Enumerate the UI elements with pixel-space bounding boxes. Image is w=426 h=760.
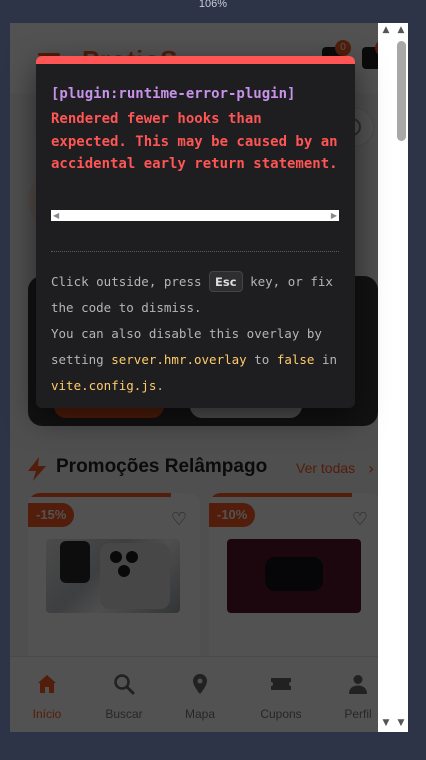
chevron-right-icon[interactable]: › — [368, 459, 374, 478]
map-pin-icon — [193, 674, 207, 694]
error-overlay: [plugin:runtime-error-plugin] Rendered f… — [36, 56, 355, 408]
home-icon — [38, 675, 56, 693]
heart-icon[interactable]: ♡ — [168, 509, 190, 531]
nav-label: Buscar — [105, 707, 143, 721]
error-message: Rendered fewer hooks than expected. This… — [51, 111, 338, 172]
scroll-down-icon[interactable]: ▼ — [380, 718, 392, 730]
config-value: false — [276, 352, 315, 367]
scroll-up-icon[interactable]: ▲ — [380, 25, 392, 37]
tip-text: in — [321, 352, 338, 367]
stock-progress-bar — [28, 493, 171, 497]
heart-icon[interactable]: ♡ — [349, 509, 371, 531]
nav-item-profile[interactable]: Perfil — [323, 657, 378, 732]
nav-item-search[interactable]: Buscar — [89, 657, 159, 732]
cart-badge: 0 — [335, 40, 351, 56]
scroll-right-icon[interactable]: ▶ — [331, 211, 337, 220]
discount-badge: -15% — [28, 503, 75, 527]
discount-badge: -10% — [209, 503, 256, 527]
nav-item-map[interactable]: Mapa — [165, 657, 235, 732]
tip-text: Click outside, press — [51, 274, 202, 289]
tip-text: to — [254, 352, 270, 367]
config-file: vite.config.js — [51, 378, 157, 393]
user-icon — [349, 675, 367, 694]
see-all-link[interactable]: Ver todas — [296, 460, 355, 476]
scroll-left-icon[interactable]: ◀ — [53, 211, 59, 220]
error-plugin-name: [plugin:runtime-error-plugin] — [51, 86, 296, 102]
scroll-down-icon[interactable]: ▼ — [395, 718, 407, 730]
nav-label: Cupons — [260, 707, 302, 721]
divider — [51, 251, 339, 252]
promo-section-header: Promoções Relâmpago Ver todas › — [26, 455, 378, 483]
tip-text: . — [156, 378, 164, 393]
nav-label: Mapa — [184, 707, 216, 721]
search-icon — [114, 674, 135, 695]
bookmark-icon[interactable]: 0 — [362, 40, 378, 69]
product-image-smartphone — [46, 539, 180, 613]
scroll-up-icon[interactable]: ▲ — [395, 25, 407, 37]
promo-section-title: Promoções Relâmpago — [56, 456, 268, 477]
nav-label: Perfil — [344, 707, 372, 721]
nav-item-coupons[interactable]: Cupons — [246, 657, 316, 732]
product-image-earbuds — [227, 539, 361, 613]
page-scrollbar[interactable]: ▲ ▲ ▼ ▼ — [378, 23, 408, 732]
ticket-icon — [271, 678, 291, 690]
code-frame-scrollbar[interactable]: ◀ ▶ — [51, 210, 339, 221]
bottom-nav: Início Buscar Mapa Cupons Perfil — [10, 656, 378, 732]
zoom-level: 106% — [198, 0, 228, 10]
esc-key: Esc — [209, 271, 243, 292]
config-setting: server.hmr.overlay — [111, 352, 247, 367]
stock-progress-bar — [209, 493, 352, 497]
nav-item-home[interactable]: Início — [12, 657, 82, 732]
nav-label: Início — [32, 707, 62, 721]
scroll-thumb[interactable] — [397, 41, 406, 141]
dismiss-tip: Click outside, press Esc key, or fix the… — [51, 269, 343, 399]
lightning-bolt-icon — [28, 457, 46, 481]
